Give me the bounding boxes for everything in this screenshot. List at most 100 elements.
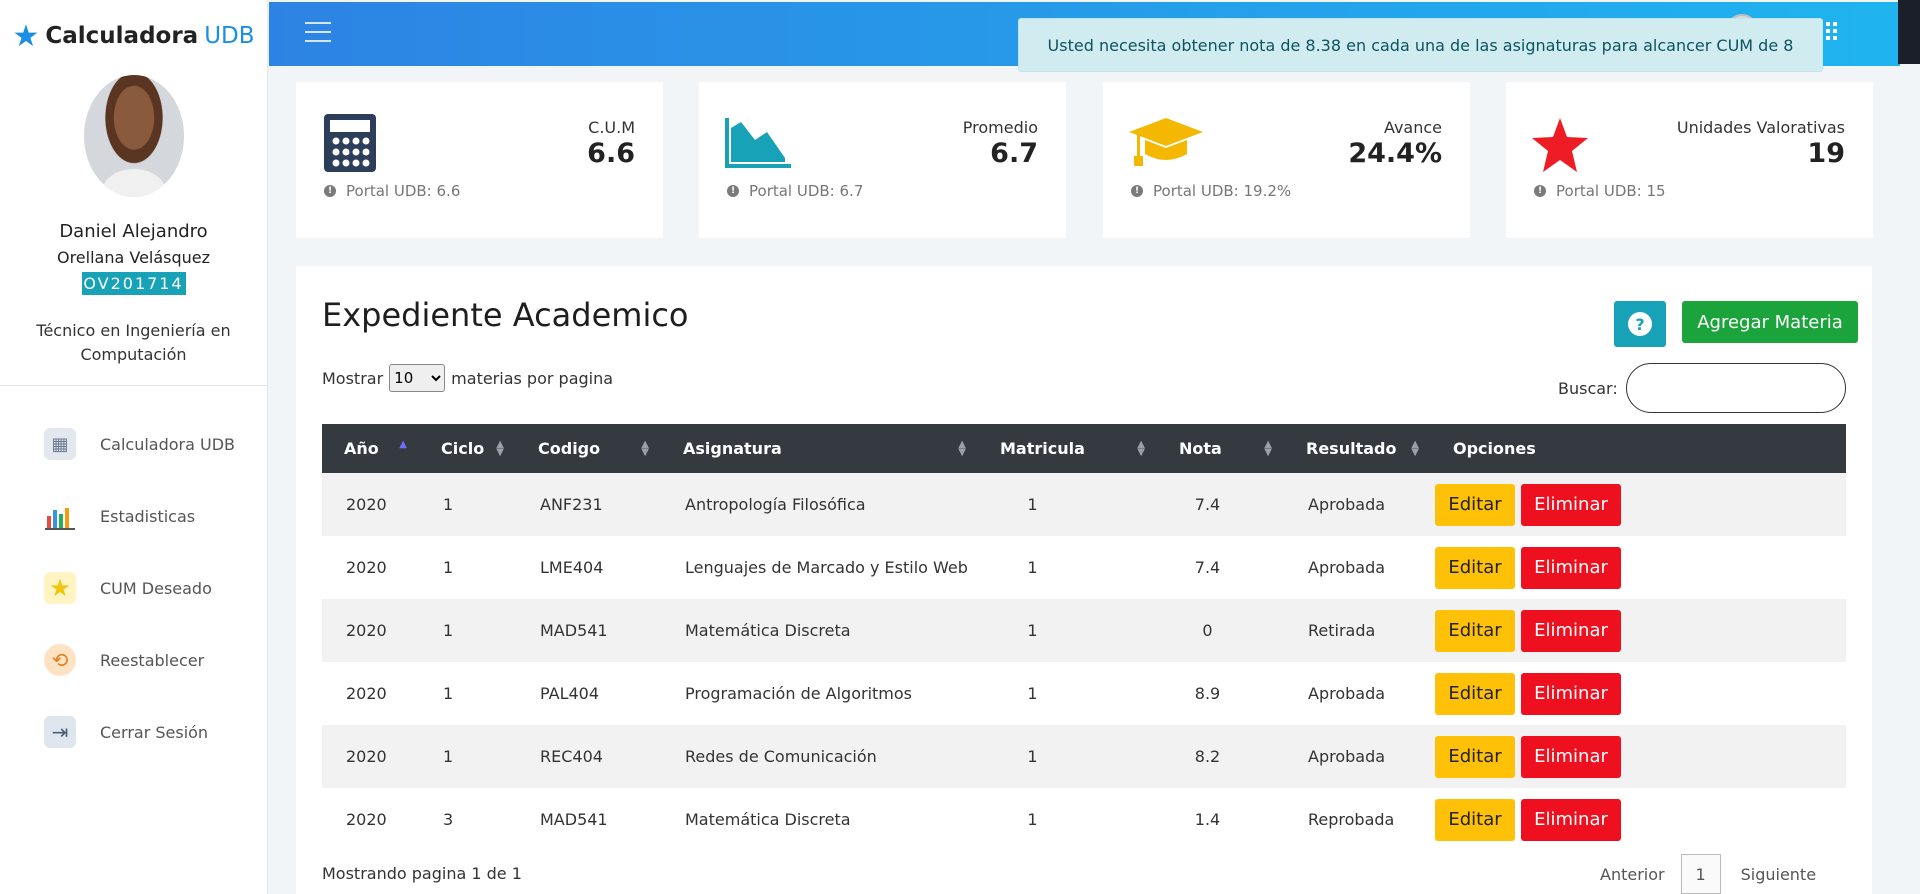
cell-nota: 7.4	[1194, 495, 1221, 514]
column-header-codigo[interactable]: Codigo ▲ ▼	[516, 424, 661, 473]
reset-icon: ⟲	[44, 644, 76, 676]
logout-icon: ⇥	[44, 716, 76, 748]
cell-ano: 2020	[346, 558, 387, 577]
cell-codigo: MAD541	[540, 810, 608, 829]
hamburger-menu-icon[interactable]	[305, 22, 331, 44]
cell-asignatura: Programación de Algoritmos	[685, 684, 912, 703]
column-header-asignatura[interactable]: Asignatura ▲ ▼	[661, 424, 978, 473]
edit-button[interactable]: Editar	[1435, 483, 1515, 526]
edit-button[interactable]: Editar	[1435, 546, 1515, 589]
page-size-control: Mostrar 10 materias por pagina	[322, 364, 613, 392]
delete-button[interactable]: Eliminar	[1521, 735, 1621, 778]
window-edge	[1898, 0, 1920, 64]
edit-button[interactable]: Editar	[1435, 672, 1515, 715]
delete-button[interactable]: Eliminar	[1521, 798, 1621, 841]
sidebar-nav: ▦ Calculadora UDB Estadisticas ★ CUM Des…	[0, 408, 267, 768]
sidebar-item-reestablecer[interactable]: ⟲ Reestablecer	[0, 624, 267, 696]
question-icon: ?	[1628, 312, 1652, 336]
star-icon	[1532, 118, 1588, 172]
sidebar-item-cerrar-sesion[interactable]: ⇥ Cerrar Sesión	[0, 696, 267, 768]
pagination-page[interactable]: 1	[1680, 854, 1721, 894]
pagination-next[interactable]: Siguiente	[1741, 865, 1816, 884]
brand-logo[interactable]: ★ Calculadora UDB	[0, 0, 267, 72]
table-row: 2020 1 ANF231 Antropología Filosófica 1 7.4 Ap…	[322, 473, 1846, 536]
sort-icon: ▲ ▼	[1137, 439, 1145, 458]
table-body: 2020 1 ANF231 Antropología Filosófica 1 7.4 Ap…	[322, 473, 1846, 851]
sort-asc-icon: ▲	[399, 439, 407, 450]
header-label: Nota	[1179, 439, 1222, 458]
table-row: 2020 3 MAD541 Matemática Discreta 1 1.4 Reprob…	[322, 788, 1846, 851]
cell-opciones: Editar Eliminar	[1431, 662, 1846, 725]
sidebar-item-estadisticas[interactable]: Estadisticas	[0, 480, 267, 552]
header-label: Año	[344, 439, 379, 458]
sidebar-divider	[0, 385, 267, 386]
cell-resultado: Aprobada	[1308, 495, 1386, 514]
sidebar-item-label: Cerrar Sesión	[100, 722, 209, 742]
calculator-icon: ▦	[44, 428, 76, 460]
card-label: Unidades Valorativas	[1676, 118, 1845, 137]
column-header-nota[interactable]: Nota ▲ ▼	[1157, 424, 1284, 473]
column-header-ciclo[interactable]: Ciclo ▲ ▼	[419, 424, 516, 473]
edit-button[interactable]: Editar	[1435, 609, 1515, 652]
card-footer-text: Portal UDB: 15	[1556, 182, 1666, 200]
pagination-info: Mostrando pagina 1 de 1	[322, 864, 522, 883]
header-label: Resultado	[1306, 439, 1397, 458]
card-unidades-valorativas: Unidades Valorativas 19 ! Portal UDB: 15	[1506, 82, 1873, 238]
card-cum: C.U.M 6.6 ! Portal UDB: 6.6	[296, 82, 663, 238]
sidebar-item-calculadora[interactable]: ▦ Calculadora UDB	[0, 408, 267, 480]
card-footer: ! Portal UDB: 15	[1534, 182, 1666, 200]
cell-codigo: ANF231	[540, 495, 603, 514]
brand-name: Calculadora	[45, 23, 199, 49]
cell-opciones: Editar Eliminar	[1431, 599, 1846, 662]
area-chart-icon	[725, 118, 791, 168]
sidebar-item-label: Reestablecer	[100, 650, 205, 670]
add-subject-button[interactable]: Agregar Materia	[1682, 301, 1858, 343]
cell-resultado: Aprobada	[1308, 558, 1386, 577]
delete-button[interactable]: Eliminar	[1521, 672, 1621, 715]
table-header-row: Año ▲ Ciclo ▲ ▼ Codigo ▲ ▼ Asignatura ▲ ▼ Matri…	[322, 424, 1846, 473]
cell-opciones: Editar Eliminar	[1431, 473, 1846, 536]
column-header-ano[interactable]: Año ▲	[322, 424, 419, 473]
delete-button[interactable]: Eliminar	[1521, 546, 1621, 589]
card-footer: ! Portal UDB: 6.6	[324, 182, 460, 200]
cell-matricula: 1	[1027, 684, 1038, 703]
cell-ano: 2020	[346, 495, 387, 514]
card-label: Avance	[1383, 118, 1442, 137]
cell-ciclo: 1	[443, 747, 454, 766]
help-button[interactable]: ?	[1614, 301, 1666, 347]
brand-accent: UDB	[204, 23, 255, 49]
show-prefix: Mostrar	[322, 368, 384, 388]
user-id-badge: OV201714	[81, 272, 186, 295]
cell-matricula: 1	[1027, 558, 1038, 577]
cell-ciclo: 1	[443, 558, 454, 577]
cell-ano: 2020	[346, 810, 387, 829]
delete-button[interactable]: Eliminar	[1521, 609, 1621, 652]
edit-button[interactable]: Editar	[1435, 735, 1515, 778]
search-input[interactable]	[1625, 363, 1846, 413]
edit-button[interactable]: Editar	[1435, 798, 1515, 841]
show-suffix: materias por pagina	[451, 368, 614, 388]
search-label: Buscar:	[1558, 378, 1618, 398]
cell-ciclo: 3	[443, 810, 454, 829]
cell-resultado: Retirada	[1308, 621, 1376, 640]
pagination: Anterior 1 Siguiente	[1600, 854, 1816, 894]
column-header-resultado[interactable]: Resultado ▲ ▼	[1284, 424, 1431, 473]
info-icon: !	[1131, 185, 1143, 197]
user-first-name: Daniel Alejandro	[59, 221, 208, 242]
card-footer: ! Portal UDB: 6.7	[727, 182, 863, 200]
info-alert: Usted necesita obtener nota de 8.38 en c…	[1018, 18, 1823, 72]
cell-asignatura: Antropología Filosófica	[685, 495, 866, 514]
user-last-name: Orellana Velásquez	[56, 248, 211, 267]
sidebar-item-label: Estadisticas	[100, 506, 196, 526]
table-row: 2020 1 PAL404 Programación de Algoritmos 1 8.…	[322, 662, 1846, 725]
cell-nota: 0	[1202, 621, 1213, 640]
card-footer-text: Portal UDB: 6.7	[749, 182, 864, 200]
delete-button[interactable]: Eliminar	[1521, 483, 1621, 526]
cell-matricula: 1	[1027, 810, 1038, 829]
pagination-previous[interactable]: Anterior	[1600, 865, 1665, 884]
sidebar-item-cum-deseado[interactable]: ★ CUM Deseado	[0, 552, 267, 624]
column-header-matricula[interactable]: Matricula ▲ ▼	[978, 424, 1157, 473]
card-promedio: Promedio 6.7 ! Portal UDB: 6.7	[699, 82, 1066, 238]
cell-opciones: Editar Eliminar	[1431, 788, 1846, 851]
page-size-select[interactable]: 10	[389, 364, 446, 392]
